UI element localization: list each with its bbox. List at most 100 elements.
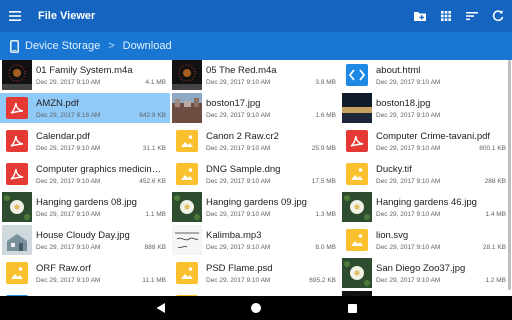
file-info: Hanging gardens 09.jpg Dec 29, 2017 9:10 … (206, 196, 336, 219)
file-name: ORF Raw.orf (36, 262, 91, 274)
file-meta: Dec 29, 2017 9:10 AM 8.0 MB (206, 243, 336, 252)
file-meta: Dec 29, 2017 9:10 AM 1.3 MB (206, 210, 336, 219)
file-name: about.html (376, 64, 421, 76)
file-size: 642.9 KB (139, 111, 166, 119)
file-item[interactable]: Canon 2 Raw.cr2 Dec 29, 2017 9:10 AM 25.9 … (170, 126, 340, 156)
file-thumbnail (342, 93, 372, 123)
file-thumbnail (2, 60, 32, 90)
file-size: 888 KB (144, 243, 166, 251)
new-folder-icon[interactable] (412, 8, 428, 24)
file-size: 1.6 MB (315, 111, 336, 119)
html-file-icon (342, 60, 372, 90)
file-date: Dec 29, 2017 9:10 AM (376, 243, 441, 251)
file-info: Canon 2 Raw.cr2 Dec 29, 2017 9:10 AM 25.9 … (206, 130, 336, 153)
file-item[interactable]: AMZN.pdf Dec 29, 2017 9:18 AM 642.9 KB (0, 93, 170, 123)
file-size: 1.4 MB (485, 210, 506, 218)
file-item[interactable]: Calendar.pdf Dec 29, 2017 9:10 AM 31.1 KB (0, 126, 170, 156)
file-date: Dec 29, 2017 9:10 AM (376, 111, 441, 119)
file-meta: Dec 29, 2017 9:10 AM 452.6 KB (36, 177, 166, 186)
file-name: PSD Flame.psd (206, 262, 273, 274)
file-date: Dec 29, 2017 9:10 AM (376, 210, 441, 218)
file-meta: Dec 29, 2017 9:10 AM 800.1 KB (376, 144, 506, 153)
file-size: 452.6 KB (139, 177, 166, 185)
file-date: Dec 29, 2017 9:10 AM (36, 243, 101, 251)
file-date: Dec 29, 2017 9:10 AM (206, 243, 271, 251)
file-size: 695.2 KB (309, 276, 336, 284)
file-date: Dec 29, 2017 9:10 AM (206, 177, 271, 185)
system-nav-bar (0, 296, 512, 320)
file-item[interactable]: Computer graphics medicine.... Dec 29, 20… (0, 159, 170, 189)
file-item[interactable]: 05 The Red.m4a Dec 29, 2017 9:10 AM 3.8 MB (170, 60, 340, 90)
pdf-file-icon (2, 159, 32, 189)
pdf-file-icon (342, 126, 372, 156)
file-date: Dec 29, 2017 9:10 AM (376, 78, 441, 86)
file-size: 800.1 KB (479, 144, 506, 152)
file-info: Computer graphics medicine.... Dec 29, 20… (36, 163, 166, 186)
home-icon[interactable] (249, 301, 263, 315)
back-icon[interactable] (153, 301, 167, 315)
file-name: DNG Sample.dng (206, 163, 281, 175)
file-info: ORF Raw.orf Dec 29, 2017 9:10 AM 11.1 MB (36, 262, 166, 285)
file-thumbnail (2, 225, 32, 255)
file-item[interactable]: 01 Family System.m4a Dec 29, 2017 9:10 AM… (0, 60, 170, 90)
file-item[interactable]: boston18.jpg Dec 29, 2017 9:10 AM (340, 93, 510, 123)
file-grid: 01 Family System.m4a Dec 29, 2017 9:10 AM… (0, 60, 510, 296)
file-info: 05 The Red.m4a Dec 29, 2017 9:10 AM 3.8 MB (206, 64, 336, 87)
sort-icon[interactable] (464, 8, 480, 24)
file-item[interactable]: House Cloudy Day.jpg Dec 29, 2017 9:10 AM… (0, 225, 170, 255)
app-title: File Viewer (38, 10, 96, 22)
file-item[interactable]: PSD Flame.psd Dec 29, 2017 9:10 AM 695.2 K… (170, 258, 340, 288)
file-item[interactable]: San Diego Zoo37.jpg Dec 29, 2017 9:10 AM 1… (340, 258, 510, 288)
recents-icon[interactable] (345, 301, 359, 315)
file-name: Hanging gardens 08.jpg (36, 196, 137, 208)
file-date: Dec 29, 2017 9:10 AM (36, 144, 101, 152)
file-meta: Dec 29, 2017 9:10 AM 28.1 KB (376, 243, 506, 252)
file-item[interactable]: lion.svg Dec 29, 2017 9:10 AM 28.1 KB (340, 225, 510, 255)
file-meta: Dec 29, 2017 9:10 AM 1.1 MB (36, 210, 166, 219)
file-size: 17.5 MB (311, 177, 336, 185)
menu-icon[interactable] (0, 0, 30, 32)
file-name: Hanging gardens 09.jpg (206, 196, 307, 208)
breadcrumb-folder[interactable]: Download (123, 40, 172, 52)
file-meta: Dec 29, 2017 9:10 AM 3.8 MB (206, 78, 336, 87)
file-item[interactable]: ORF Raw.orf Dec 29, 2017 9:10 AM 11.1 MB (0, 258, 170, 288)
file-info: Kalimba.mp3 Dec 29, 2017 9:10 AM 8.0 MB (206, 229, 336, 252)
file-size: 1.3 MB (315, 210, 336, 218)
file-info: Hanging gardens 08.jpg Dec 29, 2017 9:10 … (36, 196, 166, 219)
file-name: House Cloudy Day.jpg (36, 229, 130, 241)
file-item[interactable]: about.html Dec 29, 2017 9:10 AM (340, 60, 510, 90)
file-date: Dec 29, 2017 9:10 AM (206, 276, 271, 284)
file-info: Calendar.pdf Dec 29, 2017 9:10 AM 31.1 KB (36, 130, 166, 153)
refresh-icon[interactable] (490, 8, 506, 24)
file-meta: Dec 29, 2017 9:10 AM 1.2 MB (376, 276, 506, 285)
file-item[interactable]: Ducky.tif Dec 29, 2017 9:10 AM 288 KB (340, 159, 510, 189)
image-file-icon (172, 258, 202, 288)
file-info: boston17.jpg Dec 29, 2017 9:10 AM 1.6 MB (206, 97, 336, 120)
file-info: 01 Family System.m4a Dec 29, 2017 9:10 AM… (36, 64, 166, 87)
file-item[interactable]: Hanging gardens 08.jpg Dec 29, 2017 9:10 … (0, 192, 170, 222)
file-info: Hanging gardens 46.jpg Dec 29, 2017 9:10 … (376, 196, 506, 219)
file-item[interactable]: boston17.jpg Dec 29, 2017 9:10 AM 1.6 MB (170, 93, 340, 123)
file-name: boston18.jpg (376, 97, 431, 109)
file-date: Dec 29, 2017 9:10 AM (36, 78, 101, 86)
file-size: 31.1 KB (142, 144, 166, 152)
file-info: DNG Sample.dng Dec 29, 2017 9:10 AM 17.5 M… (206, 163, 336, 186)
file-item[interactable]: Kalimba.mp3 Dec 29, 2017 9:10 AM 8.0 MB (170, 225, 340, 255)
image-file-icon (172, 126, 202, 156)
file-info: House Cloudy Day.jpg Dec 29, 2017 9:10 AM… (36, 229, 166, 252)
file-item[interactable]: DNG Sample.dng Dec 29, 2017 9:10 AM 17.5 M… (170, 159, 340, 189)
grid-view-icon[interactable] (438, 8, 454, 24)
file-date: Dec 29, 2017 9:10 AM (36, 210, 101, 218)
breadcrumb-storage[interactable]: Device Storage (25, 40, 100, 52)
file-item[interactable]: Computer Crime-tavani.pdf Dec 29, 2017 9:… (340, 126, 510, 156)
scrollbar[interactable] (508, 60, 511, 290)
app-bar: File Viewer (0, 0, 512, 32)
file-meta: Dec 29, 2017 9:10 AM 888 KB (36, 243, 166, 252)
file-name: San Diego Zoo37.jpg (376, 262, 466, 274)
file-item[interactable]: Hanging gardens 46.jpg Dec 29, 2017 9:10 … (340, 192, 510, 222)
file-name: 05 The Red.m4a (206, 64, 277, 76)
file-date: Dec 29, 2017 9:10 AM (206, 144, 271, 152)
image-file-icon (342, 225, 372, 255)
file-item[interactable]: Hanging gardens 09.jpg Dec 29, 2017 9:10 … (170, 192, 340, 222)
file-date: Dec 29, 2017 9:10 AM (376, 276, 441, 284)
